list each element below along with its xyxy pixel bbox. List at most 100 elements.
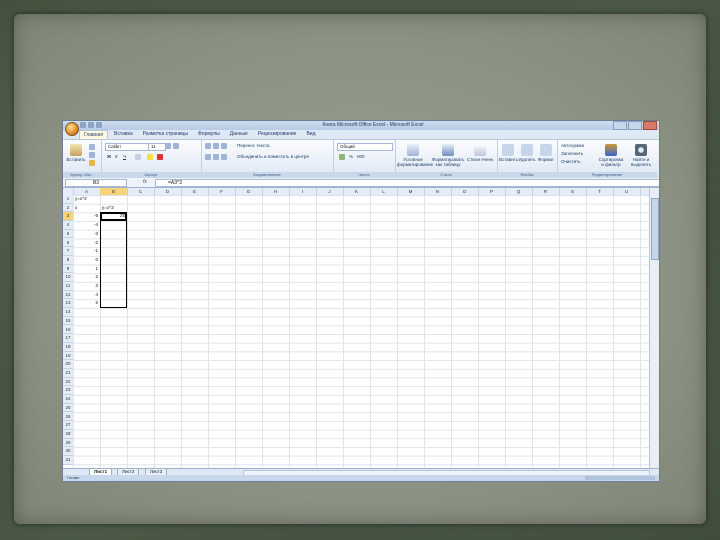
cell-a12[interactable]: 4 — [73, 291, 98, 300]
close-button[interactable] — [643, 121, 657, 130]
row-header-12[interactable]: 12 — [63, 291, 73, 300]
row-header-18[interactable]: 18 — [63, 343, 73, 352]
format-painter-icon[interactable] — [89, 160, 95, 166]
column-header-q[interactable]: Q — [505, 188, 533, 195]
redo-icon[interactable] — [96, 122, 102, 128]
shrink-font-icon[interactable] — [173, 143, 179, 149]
row-header-15[interactable]: 15 — [63, 317, 73, 326]
cell-a9[interactable]: 1 — [73, 265, 98, 274]
font-size-select[interactable]: 11 — [148, 143, 166, 151]
bold-button[interactable]: Ж — [107, 154, 111, 160]
office-button[interactable] — [65, 122, 79, 136]
column-header-l[interactable]: L — [370, 188, 398, 195]
align-bottom-icon[interactable] — [221, 143, 227, 149]
column-header-m[interactable]: M — [397, 188, 425, 195]
row-header-7[interactable]: 7 — [63, 247, 73, 256]
copy-icon[interactable] — [89, 152, 95, 158]
row-header-13[interactable]: 13 — [63, 299, 73, 309]
column-header-s[interactable]: S — [559, 188, 587, 195]
column-header-f[interactable]: F — [208, 188, 236, 195]
cut-icon[interactable] — [89, 144, 95, 150]
tab-insert[interactable]: Вставка — [110, 130, 137, 139]
align-left-icon[interactable] — [205, 154, 211, 160]
comma-button[interactable]: 000 — [357, 154, 365, 160]
column-header-g[interactable]: G — [235, 188, 263, 195]
column-header-o[interactable]: O — [451, 188, 479, 195]
row-header-6[interactable]: 6 — [63, 239, 73, 248]
delete-cells-button[interactable]: Удалить — [518, 144, 536, 162]
cell-area[interactable]: y=x^2 x y=x^2 -5 25 -4 -3 -2 -1 0 1 2 3 4 5 — [73, 195, 649, 468]
row-header-11[interactable]: 11 — [63, 282, 73, 291]
row-header-20[interactable]: 20 — [63, 360, 73, 369]
align-center-icon[interactable] — [213, 154, 219, 160]
column-header-r[interactable]: R — [532, 188, 560, 195]
format-table-button[interactable]: Форматировать как таблицу — [431, 144, 465, 167]
row-header-4[interactable]: 4 — [63, 221, 73, 230]
cell-a2[interactable]: x — [75, 204, 77, 213]
format-cells-button[interactable]: Формат — [537, 144, 555, 162]
row-header-16[interactable]: 16 — [63, 326, 73, 335]
percent-button[interactable]: % — [349, 154, 353, 160]
find-select-button[interactable]: Найти и выделить — [627, 144, 655, 167]
insert-cells-button[interactable]: Вставить — [499, 144, 518, 162]
row-header-2[interactable]: 2 — [63, 204, 73, 213]
cell-a4[interactable]: -4 — [73, 221, 98, 230]
cell-styles-button[interactable]: Стили ячеек — [467, 144, 493, 162]
column-header-e[interactable]: E — [181, 188, 209, 195]
row-header-22[interactable]: 22 — [63, 378, 73, 387]
align-top-icon[interactable] — [205, 143, 211, 149]
tab-review[interactable]: Рецензирование — [254, 130, 301, 139]
row-header-30[interactable]: 30 — [63, 447, 73, 456]
row-header-5[interactable]: 5 — [63, 230, 73, 239]
align-middle-icon[interactable] — [213, 143, 219, 149]
column-header-h[interactable]: H — [262, 188, 290, 195]
minimize-button[interactable] — [613, 121, 627, 130]
row-header-8[interactable]: 8 — [63, 256, 73, 265]
merge-center-button[interactable]: Объединить и поместить в центре — [237, 154, 309, 160]
formula-input[interactable]: =A3^2 — [155, 179, 659, 187]
wrap-text-button[interactable]: Перенос текста — [237, 143, 270, 149]
tab-view[interactable]: Вид — [302, 130, 319, 139]
cell-a3[interactable]: -5 — [73, 212, 98, 221]
column-header-d[interactable]: D — [154, 188, 182, 195]
row-header-1[interactable]: 1 — [63, 195, 73, 204]
column-header-i[interactable]: I — [289, 188, 317, 195]
row-header-10[interactable]: 10 — [63, 273, 73, 282]
row-header-23[interactable]: 23 — [63, 386, 73, 396]
column-header-n[interactable]: N — [424, 188, 452, 195]
tab-home[interactable]: Главная — [79, 130, 109, 139]
sort-filter-button[interactable]: Сортировка и фильтр — [597, 144, 625, 167]
row-header-26[interactable]: 26 — [63, 413, 73, 422]
currency-icon[interactable] — [339, 154, 345, 160]
column-header-k[interactable]: K — [343, 188, 371, 195]
font-name-select[interactable]: Calibri — [105, 143, 149, 151]
tab-formulas[interactable]: Формулы — [194, 130, 224, 139]
cell-b3[interactable]: 25 — [100, 212, 125, 221]
save-icon[interactable] — [80, 122, 86, 128]
row-header-28[interactable]: 28 — [63, 430, 73, 439]
cell-a7[interactable]: -1 — [73, 247, 98, 256]
paste-button[interactable]: Вставить — [65, 144, 87, 162]
row-header-29[interactable]: 29 — [63, 439, 73, 448]
row-header-21[interactable]: 21 — [63, 369, 73, 378]
align-right-icon[interactable] — [221, 154, 227, 160]
number-format-select[interactable]: Общий — [337, 143, 393, 151]
row-header-25[interactable]: 25 — [63, 404, 73, 413]
cell-a8[interactable]: 0 — [73, 256, 98, 265]
fill-color-icon[interactable] — [147, 154, 153, 160]
name-box[interactable]: B3 — [65, 179, 127, 187]
grow-font-icon[interactable] — [165, 143, 171, 149]
underline-button[interactable]: Ч — [123, 154, 126, 160]
cell-a6[interactable]: -2 — [73, 239, 98, 248]
column-header-j[interactable]: J — [316, 188, 344, 195]
fx-icon[interactable]: fx — [143, 179, 147, 186]
border-icon[interactable] — [135, 154, 141, 160]
column-header-u[interactable]: U — [613, 188, 641, 195]
cell-b2[interactable]: y=x^2 — [102, 204, 114, 213]
cell-a1[interactable]: y=x^2 — [75, 195, 87, 204]
fill-button[interactable]: Заполнить — [561, 151, 583, 157]
row-header-27[interactable]: 27 — [63, 421, 73, 430]
column-header-t[interactable]: T — [586, 188, 614, 195]
row-header-3[interactable]: 3 — [63, 212, 73, 222]
autosum-button[interactable]: Автосумма — [561, 143, 584, 149]
